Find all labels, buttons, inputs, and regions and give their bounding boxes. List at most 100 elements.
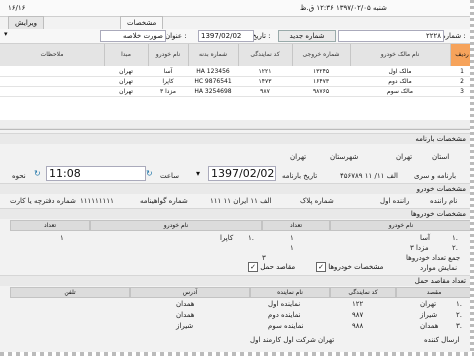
col-header-car[interactable]: نام خودرو <box>148 44 189 66</box>
car-row-count: ۱ <box>290 234 294 242</box>
toolbar-dropdown-icon[interactable]: ▾ <box>4 30 8 38</box>
waybill-date-field[interactable]: 1397/02/02 <box>208 166 276 181</box>
table-row[interactable]: 3 مالک سوم ۹۸۷۶۵ ۹۸۷ HA 3254698 مزدا ۳ ت… <box>0 87 474 97</box>
table-row[interactable]: 2 مالک دوم ۱۶۴۷۳ ۱۴۷۳ HC 9876541 کاپرا ت… <box>0 77 474 87</box>
dest-row-address: همدان <box>176 311 195 319</box>
chevron-down-icon[interactable]: ▾ <box>196 169 200 178</box>
cell-body: HC 9876541 <box>194 78 232 85</box>
dest-col-agent[interactable]: نام نماینده <box>250 287 330 298</box>
dest-row-code: ۹۸۸ <box>352 322 364 330</box>
car-row-name: آسا <box>420 234 430 242</box>
cars-right-col-name[interactable]: نام خودرو <box>330 220 472 231</box>
city-value: تهران <box>290 153 307 161</box>
opt-dest-checkbox[interactable]: ✓ مقاصد حمل <box>248 262 295 272</box>
app-window: ۱۶/۱۶ شنبه ۱۳۹۷/۰۲/۰۵ ۱۲:۳۶ ق.ظ ویرایش م… <box>0 0 474 356</box>
tab-specs[interactable]: مشخصات <box>120 16 164 29</box>
title-label: عنوان : <box>165 32 187 40</box>
torn-edge-bottom <box>0 352 474 356</box>
col-header-exit[interactable]: شماره خروجی <box>292 44 351 66</box>
tab-edit[interactable]: ویرایش <box>8 16 45 29</box>
dest-row-index: ۲. <box>456 311 462 319</box>
data-grid: ردیف نام مالک خودرو شماره خروجی کد نماین… <box>0 44 474 130</box>
col-header-notes[interactable]: ملاحظات <box>0 44 105 66</box>
plate-value: ۱۱۱ الف ۱۱ ایران ۱۱ <box>210 197 272 205</box>
sender-value: تهران شرکت اول کارمند اول <box>250 336 335 344</box>
cars-left-col-name[interactable]: نام خودرو <box>90 220 262 231</box>
time-field[interactable]: 11:08 <box>46 166 146 181</box>
dest-row-dest: تهران <box>420 300 437 308</box>
dest-row-dest: شیراز <box>420 311 438 319</box>
dest-row-index: ۱. <box>456 300 462 308</box>
grid-footer <box>0 120 474 129</box>
cell-agency: ۱۲۲۱ <box>258 68 272 75</box>
refresh-icon[interactable]: ↻ <box>34 169 41 178</box>
waybill-section-title: مشخصات بارنامه <box>415 135 466 143</box>
cell-origin: تهران <box>119 78 133 85</box>
col-header-agency[interactable]: کد نمایندگی <box>238 44 293 66</box>
time-label: ساعت <box>160 172 180 180</box>
col-header-owner[interactable]: نام مالک خودرو <box>350 44 451 66</box>
dest-col-dest[interactable]: مقصد <box>396 287 472 298</box>
cell-exit: ۱۶۴۷۳ <box>312 78 330 85</box>
waybill-date-label: تاریخ بارنامه <box>282 172 318 180</box>
dest-row-agent: نماینده دوم <box>268 311 301 319</box>
dest-col-phone[interactable]: تلفن <box>10 287 130 298</box>
cell-origin: تهران <box>119 68 133 75</box>
title-field[interactable]: صورت خلاصه <box>100 30 166 42</box>
refresh-icon[interactable]: ↻ <box>146 169 153 178</box>
date-label: تاریخ : <box>252 32 271 40</box>
dest-row-code: ۱۲۲ <box>352 300 364 308</box>
series-label: بارنامه و سری <box>414 172 457 180</box>
date-field[interactable]: 1397/02/02 <box>198 30 254 42</box>
cell-body: HA 123456 <box>196 68 230 75</box>
show-items-label: نمایش موارد <box>420 264 458 272</box>
dest-row-index: ۳. <box>456 322 462 330</box>
total-cars-label: جمع تعداد خودروها <box>406 254 461 262</box>
driver-label: نام راننده <box>430 197 458 205</box>
cert-value: ۱۱۱۱۱۱۱۱۱ <box>80 197 114 205</box>
car-row-name: مزدا ۳ <box>410 244 429 252</box>
cell-agency: ۱۴۷۳ <box>258 78 272 85</box>
cell-origin: تهران <box>119 88 133 95</box>
cars-right-col-count[interactable]: تعداد <box>262 220 330 231</box>
dest-col-address[interactable]: آدرس <box>130 287 250 298</box>
province-label: استان <box>432 153 450 161</box>
cell-owner: مالک دوم <box>388 78 412 85</box>
new-number-button[interactable]: شماره جدید <box>278 30 336 42</box>
cell-car: کاپرا <box>162 78 174 85</box>
car-row-count: ۱ <box>290 244 294 252</box>
table-row[interactable]: 1 مالک اول ۱۳۲۴۵ ۱۲۲۱ HA 123456 آسا تهرا… <box>0 67 474 77</box>
vehicle-section-title: مشخصات خودرو <box>416 185 466 193</box>
dest-row-agent: نماینده اول <box>268 300 301 308</box>
dest-row-dest: همدان <box>420 322 439 330</box>
series-value: ۴۵۶۷۸۹ الف ۱۱/ ۱۱ <box>340 172 399 180</box>
new-number-label: شماره جدید <box>289 32 325 40</box>
dest-row-code: ۹۸۷ <box>352 311 364 319</box>
cell-exit: ۱۳۲۴۵ <box>312 68 330 75</box>
col-header-origin[interactable]: مبدا <box>104 44 149 66</box>
car-row-index: ۱. <box>452 234 458 242</box>
opt-cars-checkbox[interactable]: ✓ مشخصات خودروها <box>316 262 383 272</box>
checkbox-icon: ✓ <box>248 262 258 272</box>
cars-left-col-count[interactable]: تعداد <box>10 220 90 231</box>
dest-row-address: همدان <box>176 300 195 308</box>
cell-car: مزدا ۳ <box>159 88 176 95</box>
car-row-index: ۲. <box>452 244 458 252</box>
cert-label: شماره گواهینامه <box>140 197 188 205</box>
cell-owner: مالک اول <box>388 68 412 75</box>
dest-row-agent: نماینده سوم <box>268 322 304 330</box>
car-row-count: ۱ <box>60 234 64 242</box>
driver-value: راننده اول <box>380 197 410 205</box>
cars-section-title: مشخصات خودروها <box>410 210 466 218</box>
checkbox-icon: ✓ <box>316 262 326 272</box>
col-header-body[interactable]: شماره بدنه <box>188 44 239 66</box>
opt-dest-label: مقاصد حمل <box>260 263 296 271</box>
dest-col-code[interactable]: کد نمایندگی <box>330 287 396 298</box>
dest-row-address: شیراز <box>176 322 194 330</box>
car-row-name: کاپرا <box>220 234 234 242</box>
vehicle-section-header: مشخصات خودرو <box>0 183 474 194</box>
province-value: تهران <box>396 153 413 161</box>
car-row-index: ۱. <box>248 234 254 242</box>
number-field[interactable]: ۲۲۲۸ <box>338 30 444 42</box>
waybill-section-header: مشخصات بارنامه <box>0 133 474 144</box>
